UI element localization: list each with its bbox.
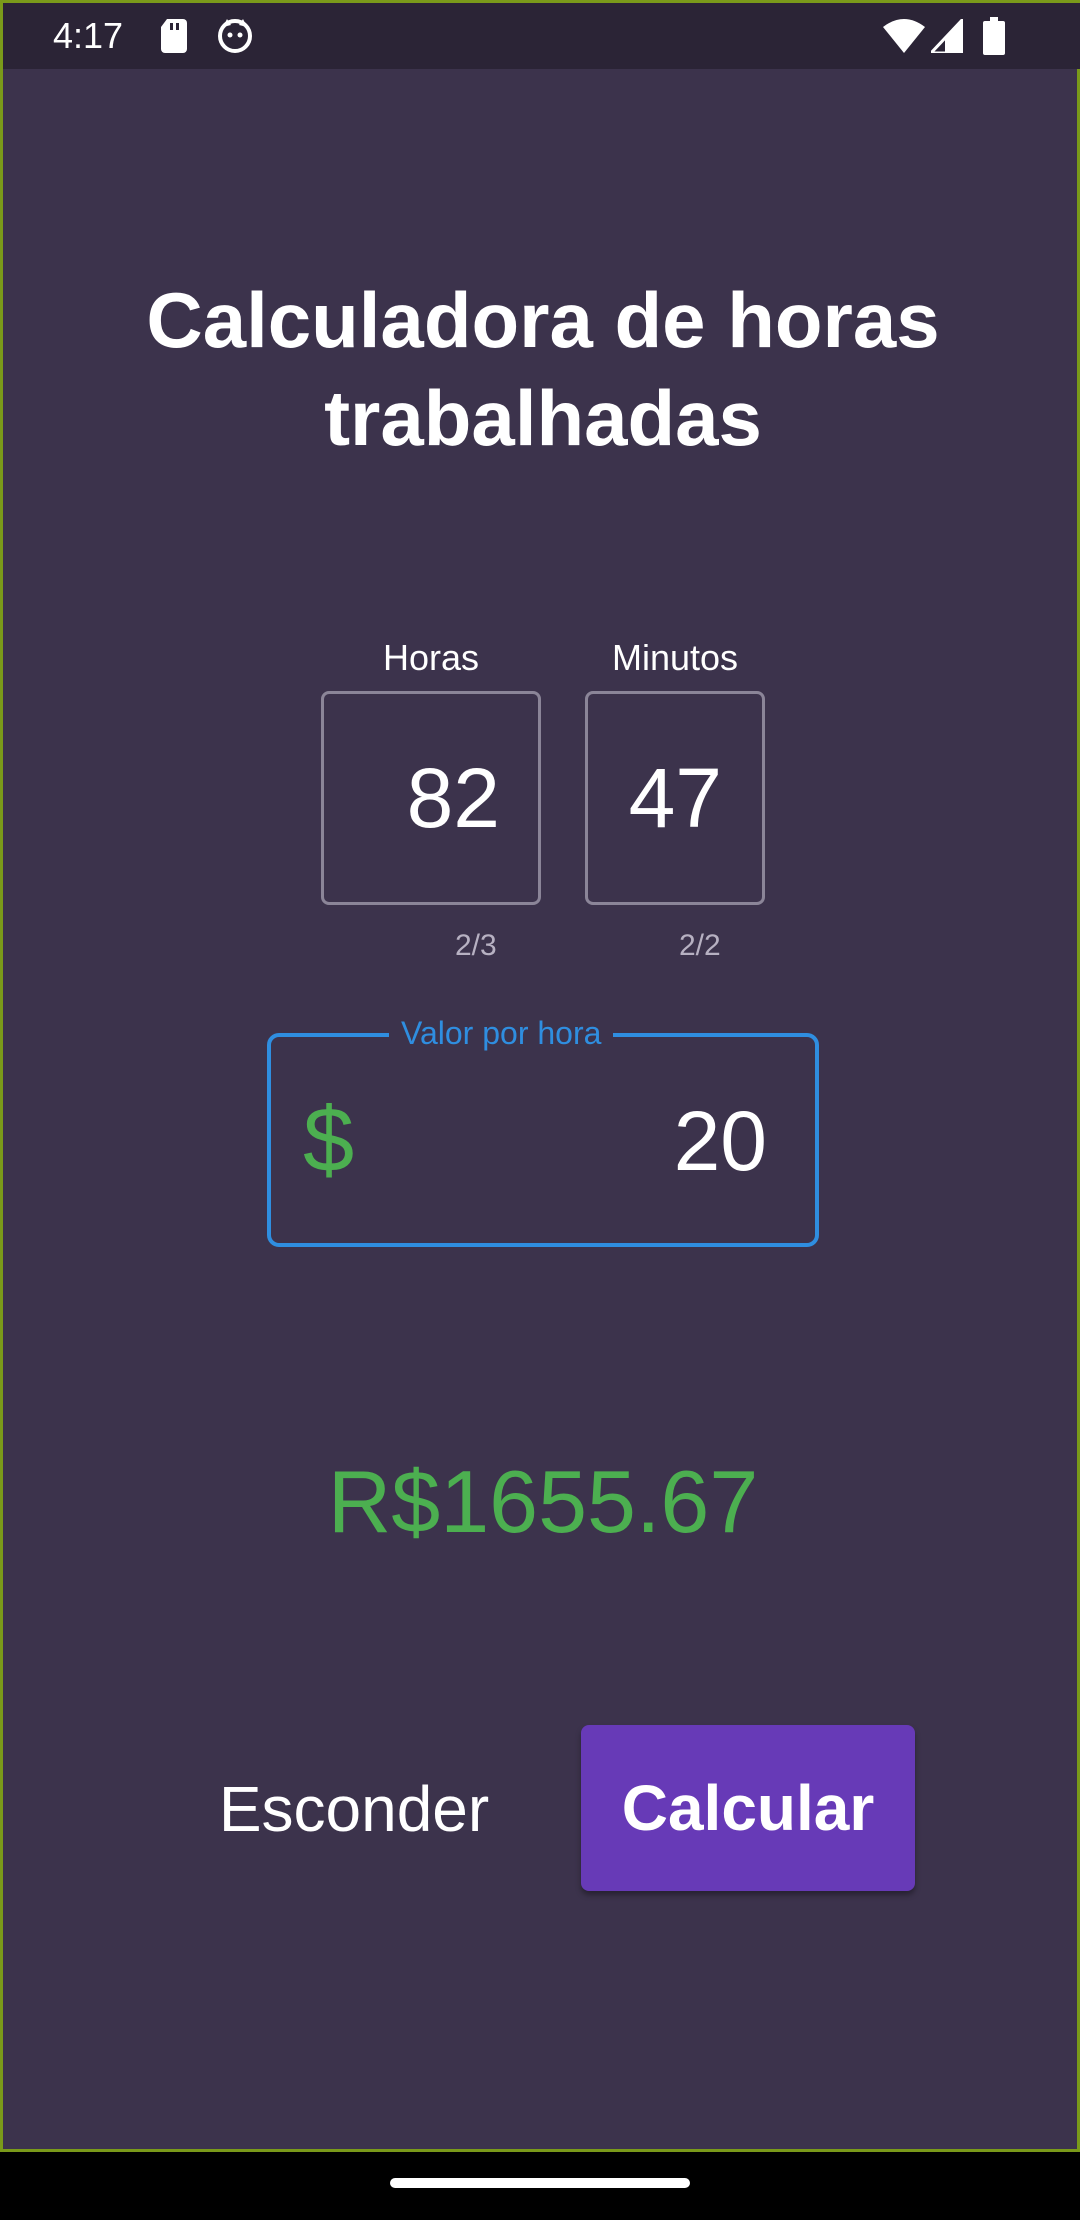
hours-input[interactable]: 82 bbox=[321, 691, 541, 905]
wifi-icon bbox=[883, 19, 925, 53]
battery-icon bbox=[983, 17, 1005, 55]
hourly-rate-value: 20 bbox=[673, 1094, 767, 1188]
signal-icon bbox=[931, 19, 963, 53]
page-title-line2: trabalhadas bbox=[324, 374, 762, 462]
cat-notification-icon bbox=[218, 19, 252, 53]
minutes-counter: 2/2 bbox=[679, 929, 721, 962]
status-bar: 4:17 bbox=[3, 3, 1080, 69]
page-title-line1: Calculadora de horas bbox=[146, 276, 940, 364]
app-screen: 4:17 Calculadora de horas trabalhadas Ho… bbox=[0, 0, 1080, 2152]
result-amount: R$1655.67 bbox=[327, 1452, 759, 1551]
minutes-value: 47 bbox=[628, 750, 722, 845]
hours-value: 82 bbox=[406, 750, 500, 845]
hours-counter: 2/3 bbox=[455, 929, 497, 962]
minutes-label: Minutos bbox=[611, 637, 739, 678]
hours-label: Horas bbox=[382, 637, 480, 678]
calculate-button[interactable]: Calcular bbox=[581, 1725, 915, 1891]
hide-button[interactable]: Esconder bbox=[189, 1727, 519, 1891]
navigation-handle[interactable] bbox=[390, 2178, 690, 2188]
page-title: Calculadora de horas trabalhadas bbox=[3, 271, 1080, 467]
status-time: 4:17 bbox=[53, 15, 124, 56]
minutes-input[interactable]: 47 bbox=[585, 691, 765, 905]
hourly-rate-label: Valor por hora bbox=[389, 1015, 614, 1052]
sd-card-icon bbox=[161, 19, 187, 53]
dollar-prefix-icon: $ bbox=[303, 1089, 355, 1191]
